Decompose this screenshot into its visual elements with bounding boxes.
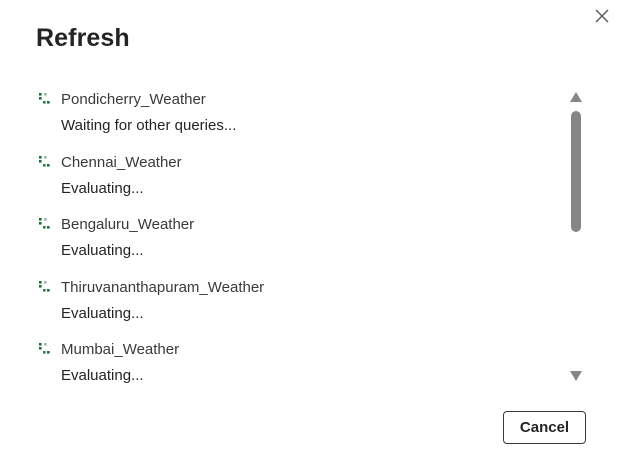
loading-spinner-icon <box>39 343 50 354</box>
query-status: Waiting for other queries... <box>61 117 237 134</box>
query-item: Bengaluru_Weather Evaluating... <box>36 211 561 274</box>
refresh-dialog: Refresh Pondicherry_Weather Waiting for … <box>0 0 621 465</box>
query-item: Pondicherry_Weather Waiting for other qu… <box>36 86 561 149</box>
query-list: Pondicherry_Weather Waiting for other qu… <box>36 86 561 391</box>
loading-spinner-icon <box>39 93 50 104</box>
query-status: Evaluating... <box>61 242 144 259</box>
query-item: Chennai_Weather Evaluating... <box>36 149 561 212</box>
close-icon[interactable] <box>592 6 612 26</box>
query-name: Bengaluru_Weather <box>61 216 195 233</box>
query-name: Pondicherry_Weather <box>61 91 206 108</box>
query-name: Chennai_Weather <box>61 153 182 171</box>
dialog-title: Refresh <box>36 24 130 52</box>
query-name: Thiruvananthapuram_Weather <box>61 278 265 296</box>
scroll-down-arrow-icon[interactable] <box>570 371 582 381</box>
query-name: Mumbai_Weather <box>61 341 180 358</box>
query-status: Evaluating... <box>61 367 144 384</box>
loading-spinner-icon <box>39 155 50 167</box>
loading-spinner-icon <box>39 218 50 229</box>
cancel-button[interactable]: Cancel <box>503 411 586 444</box>
loading-spinner-icon <box>39 280 50 292</box>
query-status: Evaluating... <box>61 304 144 322</box>
query-item: Thiruvananthapuram_Weather Evaluating... <box>36 274 561 337</box>
scrollbar[interactable] <box>567 90 585 386</box>
query-item: Mumbai_Weather Evaluating... <box>36 336 561 391</box>
scroll-up-arrow-icon[interactable] <box>570 92 582 102</box>
query-status: Evaluating... <box>61 179 144 197</box>
scrollbar-thumb[interactable] <box>571 111 581 232</box>
